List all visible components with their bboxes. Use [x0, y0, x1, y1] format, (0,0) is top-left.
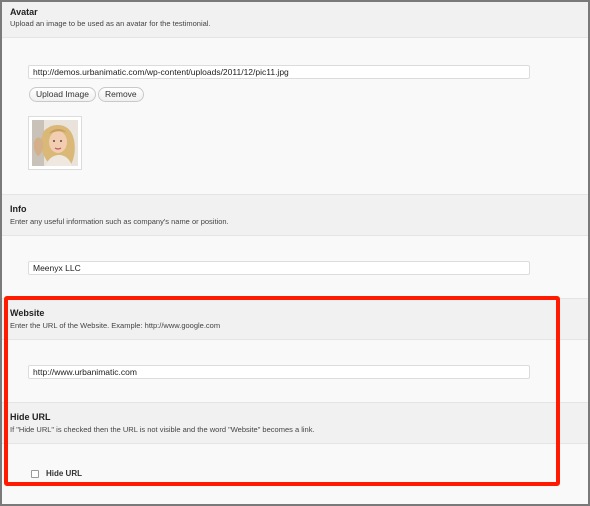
avatar-url-input[interactable] [28, 65, 530, 79]
avatar-image [32, 120, 78, 166]
hide-url-checkbox-label[interactable]: Hide URL [46, 469, 82, 478]
hide-url-body [2, 444, 588, 504]
avatar-description: Upload an image to be used as an avatar … [10, 19, 211, 28]
hide-url-checkbox[interactable] [31, 470, 39, 478]
hide-url-description: If "Hide URL" is checked then the URL is… [10, 425, 315, 434]
hide-url-title: Hide URL [10, 412, 51, 422]
info-description: Enter any useful information such as com… [10, 217, 229, 226]
avatar-thumbnail [28, 116, 82, 170]
avatar-title: Avatar [10, 7, 38, 17]
info-input[interactable] [28, 261, 530, 275]
hide-url-header: Hide URL If "Hide URL" is checked then t… [2, 402, 588, 444]
avatar-body [2, 38, 588, 194]
info-header: Info Enter any useful information such a… [2, 194, 588, 236]
upload-image-button[interactable]: Upload Image [29, 87, 96, 102]
avatar-header: Avatar Upload an image to be used as an … [2, 2, 588, 38]
website-description: Enter the URL of the Website. Example: h… [10, 321, 221, 330]
remove-button[interactable]: Remove [98, 87, 144, 102]
info-title: Info [10, 204, 27, 214]
website-title: Website [10, 308, 45, 318]
website-url-input[interactable] [28, 365, 530, 379]
website-header: Website Enter the URL of the Website. Ex… [2, 298, 588, 340]
settings-panel: Avatar Upload an image to be used as an … [0, 0, 590, 506]
